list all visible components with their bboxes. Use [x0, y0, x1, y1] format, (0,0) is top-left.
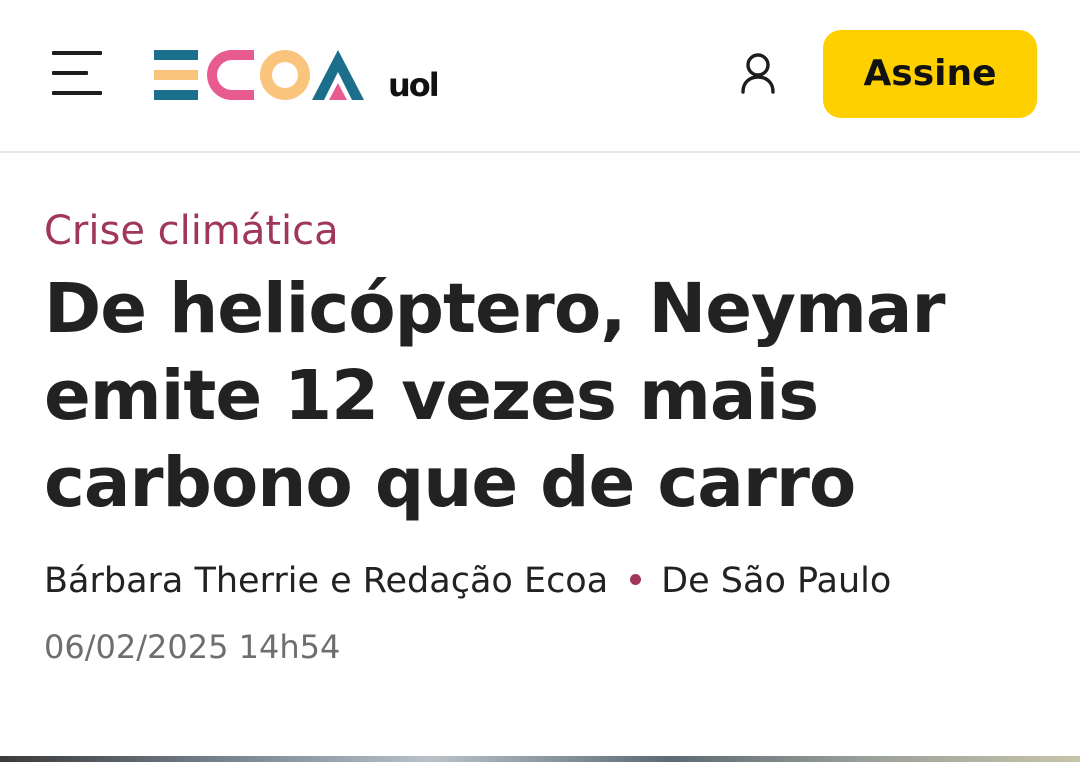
- user-account-button[interactable]: [730, 46, 786, 102]
- sub-brand-text: uol: [388, 66, 438, 104]
- site-header: uol Assine: [0, 0, 1080, 153]
- article-headline: De helicóptero, Neymar emite 12 vezes ma…: [44, 269, 945, 523]
- logo-graphic: uol: [154, 50, 440, 104]
- category-link[interactable]: Crise climática: [44, 204, 339, 258]
- location-label: De São Paulo: [661, 561, 892, 601]
- ecoa-uol-logo[interactable]: uol: [152, 46, 452, 106]
- subscribe-button[interactable]: Assine: [823, 30, 1037, 118]
- byline: Bárbara Therrie e Redação Ecoa De São Pau…: [44, 556, 891, 606]
- author-names: Bárbara Therrie e Redação Ecoa: [44, 561, 609, 601]
- user-icon: [741, 53, 775, 94]
- publish-timestamp: 06/02/2025 14h54: [44, 628, 341, 666]
- hero-image: [0, 756, 1080, 762]
- menu-button[interactable]: [44, 42, 110, 106]
- dot-icon: [630, 573, 642, 585]
